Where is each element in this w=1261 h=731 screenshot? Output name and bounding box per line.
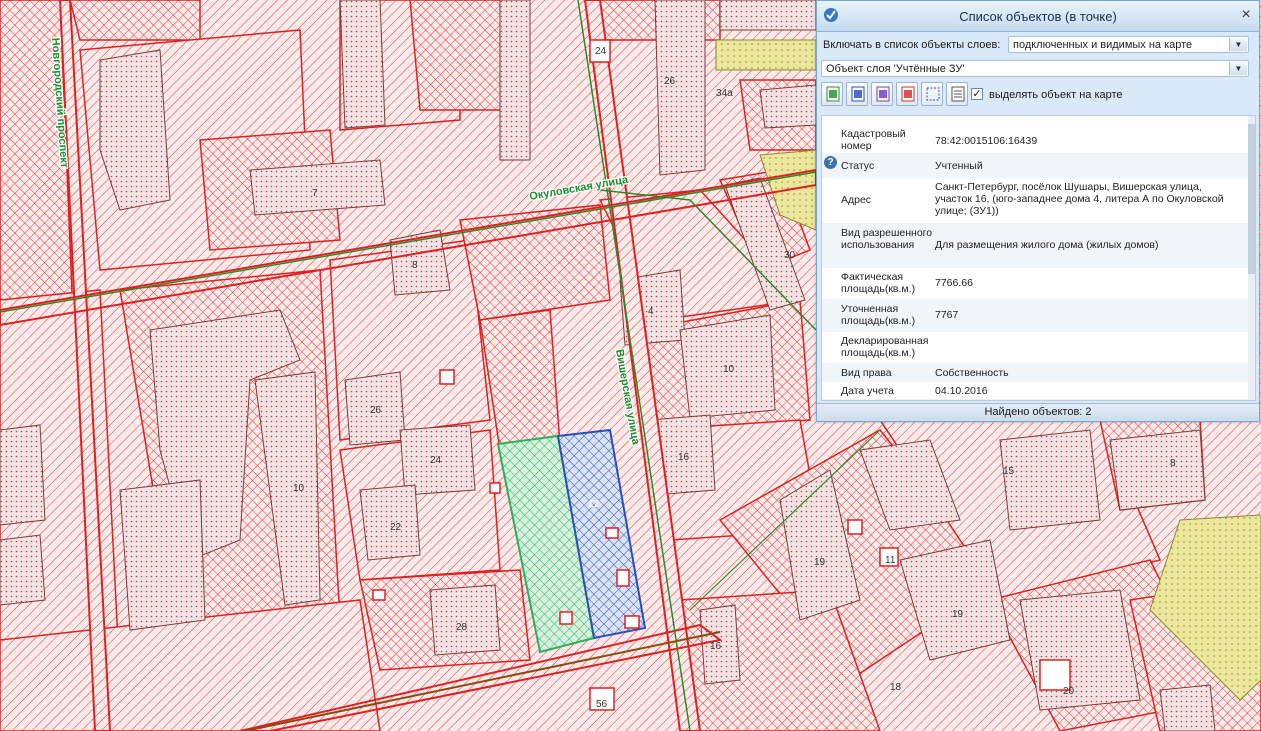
property-name: Вид права (841, 367, 892, 379)
house-number: 4 (648, 306, 654, 317)
dropdown-arrow-icon[interactable]: ▼ (1229, 62, 1247, 75)
property-value: Для размещения жилого дома (жилых домов) (935, 239, 1159, 251)
select-area-icon (926, 87, 940, 101)
property-row: Декларированная площадь(кв.м.) (822, 332, 1255, 364)
highlight-on-map-label: выделять объект на карте (989, 89, 1123, 101)
property-name: Вид разрешенного использования (841, 227, 933, 251)
layer-select-value: Объект слоя 'Учтённые ЗУ' (826, 63, 965, 75)
export-excel-button[interactable] (821, 82, 843, 106)
select-area-button[interactable] (921, 82, 943, 106)
close-button[interactable]: × (1239, 7, 1253, 23)
house-number: 8 (1170, 458, 1176, 469)
scrollbar-thumb[interactable] (1248, 124, 1255, 274)
house-number: 24 (595, 46, 607, 57)
property-value: Собственность (935, 367, 1009, 379)
panel-titlebar[interactable]: Список объектов (в точке) × (817, 1, 1259, 32)
property-name: Дата учета (841, 385, 894, 397)
property-value: 7766.66 (935, 277, 973, 289)
house-number: 16 (710, 641, 722, 652)
property-name: Фактическая площадь(кв.м.) (841, 271, 916, 295)
house-number: 10 (293, 483, 305, 494)
property-name: Декларированная площадь(кв.м.) (841, 335, 929, 359)
property-name: Адрес (841, 194, 872, 206)
info-icon[interactable]: ? (824, 156, 837, 169)
house-number: 7 (312, 188, 318, 199)
layer-select[interactable]: Объект слоя 'Учтённые ЗУ' ▼ (821, 60, 1249, 77)
house-number: 56 (596, 699, 608, 710)
house-number: 22 (390, 522, 402, 533)
include-layers-label: Включать в список объекты слоев: (823, 39, 1001, 51)
object-list-panel[interactable]: Список объектов (в точке) × Включать в с… (816, 0, 1260, 422)
property-name: Кадастровый номер (841, 128, 906, 152)
panel-title: Список объектов (в точке) (959, 9, 1117, 24)
property-value: Санкт-Петербург, посёлок Шушары, Вишерск… (935, 181, 1224, 217)
export-doc-button[interactable] (896, 82, 918, 106)
house-number: 10 (723, 364, 735, 375)
house-number: 18 (890, 682, 902, 693)
property-row: Уточненная площадь(кв.м.) 7767 (822, 300, 1255, 332)
house-number: 19 (814, 557, 826, 568)
house-number: 17 (588, 499, 600, 510)
property-row: Вид права Собственность (822, 364, 1255, 382)
property-row: Адрес Санкт-Петербург, посёлок Шушары, В… (822, 178, 1255, 224)
table-view-button[interactable] (946, 82, 968, 106)
house-number: 34а (716, 88, 733, 99)
pdf-doc-icon (876, 86, 890, 102)
property-row: Дата учета 04.10.2016 (822, 382, 1255, 400)
export-word-button[interactable] (846, 82, 868, 106)
property-row: Вид разрешенного использования Для разме… (822, 224, 1255, 268)
house-number: 8 (412, 260, 418, 271)
word-doc-icon (851, 86, 865, 102)
house-number: 16 (678, 452, 690, 463)
table-doc-icon (951, 86, 965, 102)
house-number: 28 (456, 622, 468, 633)
house-number: 26 (370, 405, 382, 416)
excel-doc-icon (826, 86, 840, 102)
dropdown-arrow-icon[interactable]: ▼ (1229, 38, 1247, 51)
house-number: 11 (885, 555, 896, 566)
export-pdf-button[interactable] (871, 82, 893, 106)
include-layers-select[interactable]: подключенных и видимых на карте ▼ (1008, 36, 1249, 53)
property-row: Фактическая площадь(кв.м.) 7766.66 (822, 268, 1255, 300)
property-row: ? Статус Учтенный (822, 154, 1255, 178)
property-value: 78:42:0015106:16439 (935, 135, 1038, 147)
property-name: Статус (841, 160, 875, 172)
property-row: Кадастровый номер 78:42:0015106:16439 (822, 116, 1255, 154)
house-number: 30 (784, 250, 796, 261)
house-number: 26 (664, 76, 676, 87)
highlight-on-map-checkbox[interactable]: ✓ (971, 88, 983, 100)
export-doc-icon (901, 86, 915, 102)
house-number: 15 (1003, 466, 1015, 477)
property-value: 7767 (935, 309, 959, 321)
property-value: Учтенный (935, 160, 983, 172)
include-layers-value: подключенных и видимых на карте (1013, 39, 1193, 51)
properties-scrollbar[interactable] (1248, 116, 1255, 400)
properties-table: Кадастровый номер 78:42:0015106:16439 ? … (821, 115, 1256, 401)
status-bar: Найдено объектов: 2 (817, 403, 1259, 421)
house-number: 20 (1063, 686, 1075, 697)
property-name: Уточненная площадь(кв.м.) (841, 303, 916, 327)
house-number: 24 (430, 455, 442, 466)
house-number: 19 (952, 609, 964, 620)
property-value: 04.10.2016 (935, 385, 988, 397)
